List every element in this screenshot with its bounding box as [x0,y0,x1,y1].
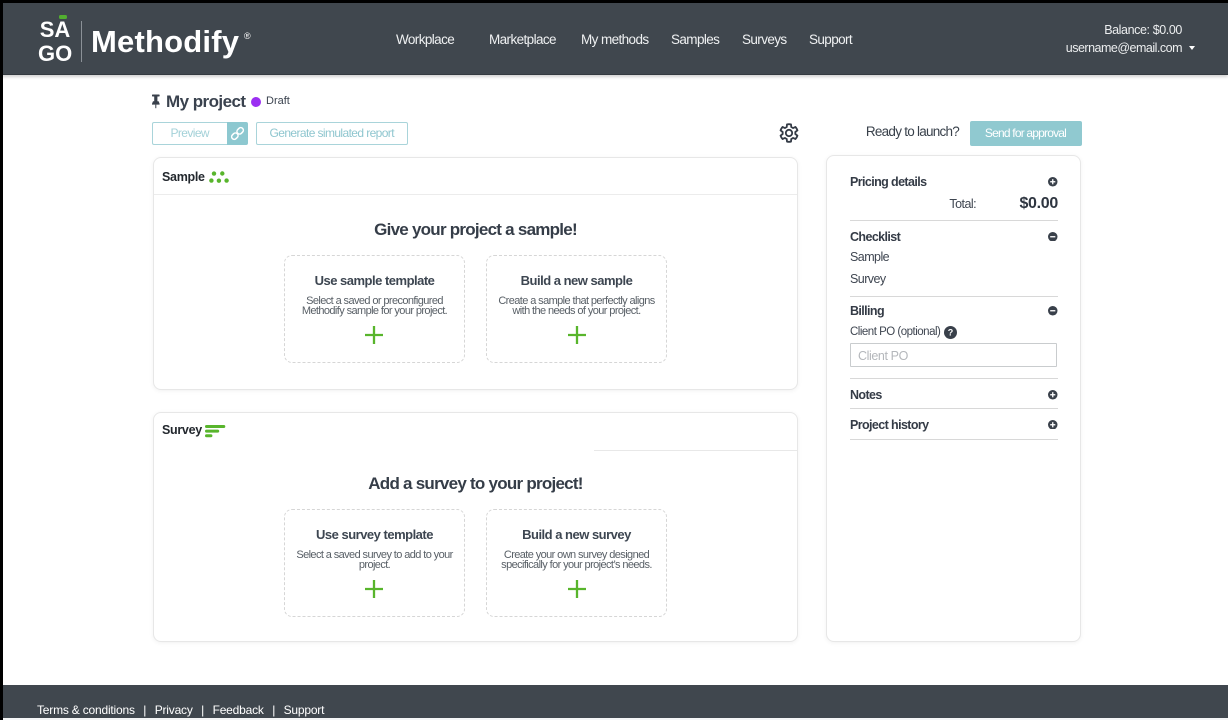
svg-text:?: ? [948,327,954,337]
